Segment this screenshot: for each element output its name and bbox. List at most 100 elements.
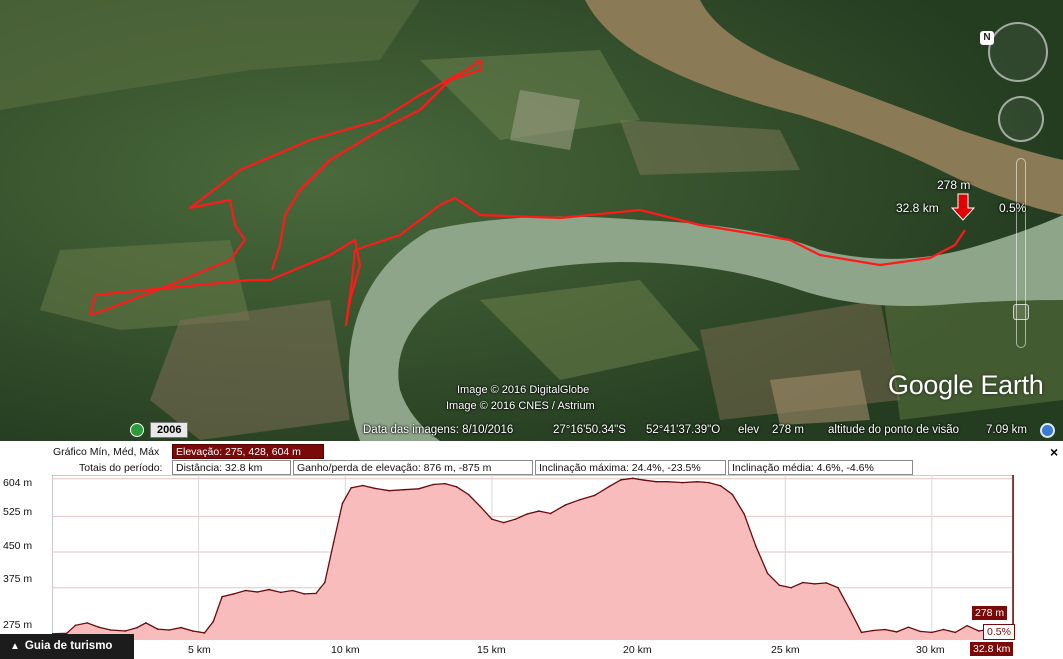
elevation-point — [549, 512, 552, 515]
elevation-point — [124, 630, 127, 632]
elevation-point — [813, 583, 816, 585]
elevation-point — [350, 487, 353, 489]
elevation-point — [655, 480, 657, 483]
chevron-up-icon: ▲ — [10, 641, 20, 652]
cursor-distance-tag: 32.8 km — [970, 642, 1014, 656]
elevation-point — [444, 482, 446, 485]
elevation-point — [332, 541, 335, 544]
elevation-point — [895, 631, 898, 633]
y-tick-label: 525 m — [3, 506, 33, 518]
elevation-gain-loss-stat[interactable]: Ganho/perda de elevação: 876 m, -875 m — [293, 460, 533, 475]
elevation-stats[interactable]: Elevação: 275, 428, 604 m — [172, 444, 324, 459]
y-tick-label: 375 m — [3, 573, 33, 585]
tour-guide-button[interactable]: ▲ Guia de turismo — [0, 634, 134, 659]
x-tick-label: 20 km — [623, 644, 652, 656]
avg-slope-stat[interactable]: Inclinação média: 4.6%, -4.6% — [728, 460, 913, 475]
elevation-point — [766, 572, 769, 575]
elevation-point — [667, 480, 669, 483]
x-tick-label: 10 km — [331, 644, 360, 656]
elevation-point — [731, 493, 734, 496]
elevation-point — [136, 626, 138, 629]
elevation-point — [743, 513, 745, 515]
elevation-point — [180, 626, 182, 629]
elevation-label: elev — [738, 424, 760, 436]
elevation-point — [884, 628, 886, 631]
imagery-credit-2: Image © 2016 CNES / Astrium — [446, 400, 595, 412]
elevation-readout: 278 m — [772, 424, 804, 436]
x-tick-label: 25 km — [771, 644, 800, 656]
eye-altitude-readout: 7.09 km — [986, 424, 1027, 436]
elevation-point — [479, 505, 482, 508]
google-earth-window: N 278 m 32.8 km 0.5% Image © 2016 Digita… — [0, 0, 1063, 659]
latitude-readout: 27°16'50.34"S — [553, 424, 626, 436]
clock-icon[interactable] — [130, 423, 144, 437]
map-view[interactable]: N 278 m 32.8 km 0.5% Image © 2016 Digita… — [0, 0, 1063, 441]
elevation-point — [373, 487, 376, 490]
elevation-point — [620, 479, 622, 481]
elevation-point — [256, 591, 259, 593]
graph-range-label: Gráfico Mín, Méd, Máx — [53, 446, 160, 458]
close-icon[interactable]: × — [1050, 444, 1058, 460]
x-tick-label: 5 km — [188, 644, 211, 656]
elevation-point — [491, 518, 493, 520]
zoom-slider-handle[interactable] — [1013, 304, 1029, 320]
elevation-point — [837, 586, 839, 589]
elevation-point — [362, 484, 364, 487]
elevation-point — [388, 489, 391, 492]
elevation-point — [291, 589, 294, 592]
cursor-slope-tag: 0.5% — [983, 624, 1015, 640]
elevation-point — [417, 488, 420, 490]
longitude-readout: 52°41'37.39"O — [646, 424, 721, 436]
x-tick-label: 15 km — [477, 644, 506, 656]
elevation-point — [98, 626, 100, 628]
elevation-point — [681, 481, 684, 484]
elevation-point — [315, 592, 317, 595]
imagery-credit-1: Image © 2016 DigitalGlobe — [457, 384, 590, 396]
elevation-point — [168, 629, 171, 631]
elevation-point — [790, 586, 792, 589]
elevation-point — [109, 629, 112, 631]
elevation-point — [907, 626, 910, 628]
imagery-date: Data das imagens: 8/10/2016 — [363, 424, 514, 436]
elevation-chart[interactable] — [52, 475, 1014, 640]
elevation-point — [145, 622, 147, 624]
elevation-point — [324, 581, 326, 584]
totals-label: Totais do período: — [79, 462, 163, 474]
elevation-point — [802, 581, 804, 584]
elevation-point — [849, 608, 851, 611]
elevation-point — [403, 488, 405, 491]
zoom-slider[interactable] — [1013, 158, 1029, 348]
north-arrow-icon[interactable]: N — [980, 31, 994, 45]
elevation-point — [502, 521, 505, 524]
max-slope-stat[interactable]: Inclinação máxima: 24.4%, -23.5% — [535, 460, 726, 475]
elevation-point — [966, 624, 968, 627]
elevation-point — [919, 630, 921, 633]
sun-icon[interactable] — [1040, 423, 1055, 438]
elevation-point — [303, 593, 305, 595]
elevation-point — [942, 628, 945, 631]
elevation-point — [643, 479, 646, 481]
elevation-point — [538, 510, 540, 512]
elevation-point — [593, 494, 596, 497]
x-tick-label: 30 km — [916, 644, 945, 656]
distance-stat[interactable]: Distância: 32.8 km — [172, 460, 291, 475]
elevation-point — [719, 485, 722, 487]
tour-guide-label: Guia de turismo — [24, 640, 113, 652]
elevation-point — [280, 591, 282, 594]
elevation-point — [872, 629, 874, 632]
elevation-point — [212, 620, 215, 623]
move-joystick[interactable] — [998, 96, 1044, 142]
elevation-point — [564, 504, 567, 506]
elevation-point — [755, 545, 757, 548]
historical-imagery-year[interactable]: 2006 — [150, 422, 189, 438]
marker-slope: 0.5% — [999, 201, 1027, 215]
elevation-point — [696, 480, 698, 483]
look-joystick[interactable] — [988, 22, 1048, 82]
elevation-point — [341, 502, 344, 505]
elevation-point — [526, 513, 528, 515]
y-tick-label: 450 m — [3, 540, 33, 552]
elevation-point — [631, 477, 634, 480]
elevation-point — [233, 593, 235, 595]
elevation-point — [221, 595, 223, 598]
elevation-point — [74, 624, 77, 627]
